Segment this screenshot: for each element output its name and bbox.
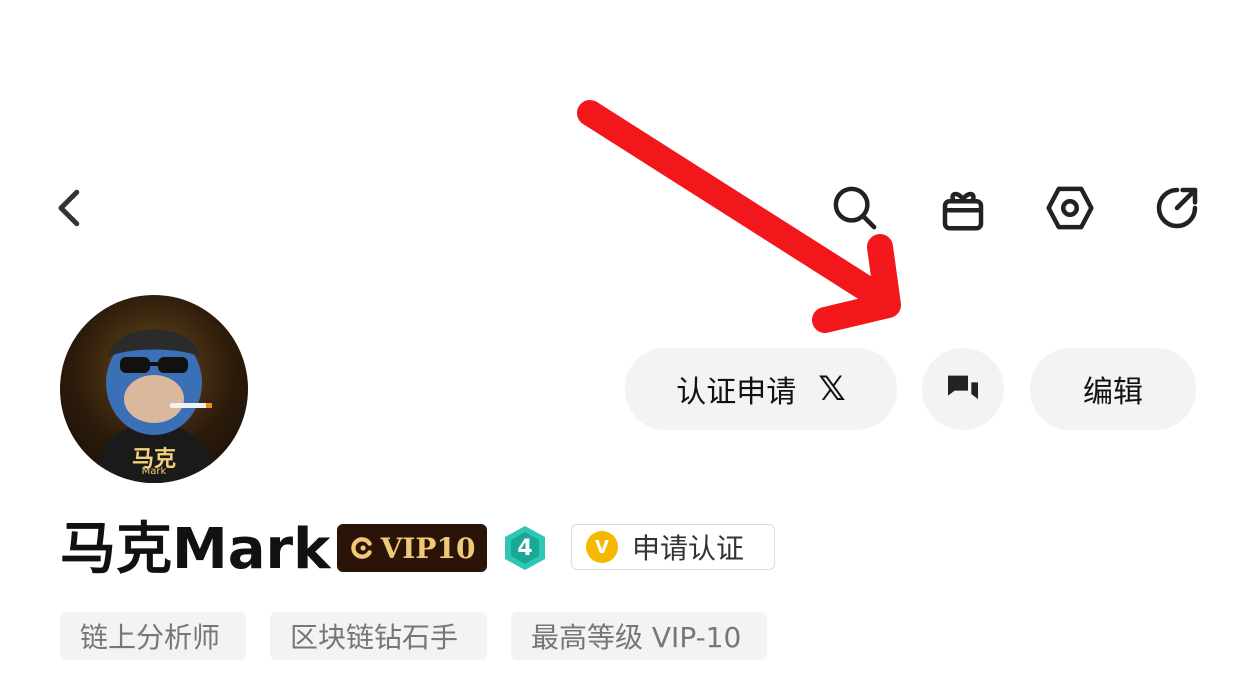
gift-button[interactable] bbox=[928, 173, 998, 243]
settings-button[interactable] bbox=[1035, 173, 1105, 243]
annotation-arrow-icon bbox=[577, 100, 901, 333]
settings-hex-icon bbox=[1046, 186, 1094, 230]
tag-chip: 区块链钻石手 bbox=[270, 612, 487, 660]
edit-label: 编辑 bbox=[1083, 375, 1143, 410]
message-button[interactable] bbox=[922, 348, 1004, 430]
apply-verify-button[interactable]: V 申请认证 bbox=[571, 524, 775, 570]
tag-chip: 链上分析师 bbox=[60, 612, 246, 660]
vip-ring-icon bbox=[350, 537, 372, 559]
verify-apply-button[interactable]: 认证申请 𝕏 bbox=[625, 348, 897, 430]
avatar[interactable]: 马克 Mark bbox=[60, 295, 248, 483]
vip-badge[interactable]: VIP10 bbox=[337, 524, 487, 572]
verify-badge-icon: V bbox=[586, 531, 618, 563]
chevron-left-icon bbox=[58, 189, 80, 227]
share-icon bbox=[1156, 187, 1198, 229]
x-logo-icon: 𝕏 bbox=[818, 369, 846, 409]
chat-bubbles-icon bbox=[948, 375, 978, 399]
back-button[interactable] bbox=[35, 173, 105, 243]
share-button[interactable] bbox=[1142, 173, 1212, 243]
avatar-badge-sub: Mark bbox=[141, 466, 167, 477]
level-badge[interactable]: 4 bbox=[502, 524, 548, 572]
profile-name: 马克Mark bbox=[60, 517, 331, 582]
gift-icon bbox=[942, 191, 984, 231]
edit-button[interactable]: 编辑 bbox=[1030, 348, 1196, 430]
apply-verify-label: 申请认证 bbox=[632, 532, 745, 565]
vip-label: VIP10 bbox=[380, 531, 476, 565]
tag-chip: 最高等级 VIP-10 bbox=[511, 612, 767, 660]
verify-apply-label: 认证申请 bbox=[676, 375, 797, 410]
level-number: 4 bbox=[517, 535, 533, 561]
